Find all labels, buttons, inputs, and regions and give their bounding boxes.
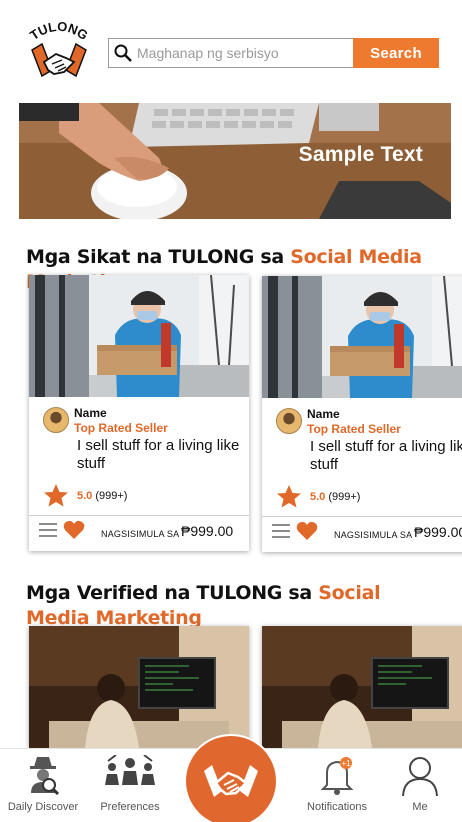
promo-banner[interactable]: Sample Text <box>19 103 451 219</box>
seller-avatar[interactable] <box>276 408 302 434</box>
detective-icon <box>25 755 61 800</box>
seller-name[interactable]: Name <box>307 407 340 421</box>
service-description: I sell stuff for a living like stuff <box>310 438 462 473</box>
card-carousel-clip: Name Top Rated Seller I sell stuff for a… <box>0 270 462 560</box>
price-label: NAGSISIMULA SA <box>334 530 413 540</box>
nav-me[interactable]: Me <box>377 749 462 822</box>
price: ₱999.00 <box>414 524 462 540</box>
center-handshake-button[interactable] <box>186 736 276 822</box>
service-photo <box>262 626 462 748</box>
nav-preferences[interactable]: Preferences <box>87 749 173 822</box>
rating: 5.0 (999+) <box>310 491 360 503</box>
service-card[interactable]: Name Top Rated Seller I sell stuff for a… <box>262 276 462 552</box>
svg-text:TULONG: TULONG <box>27 19 91 43</box>
search-input[interactable]: Maghanap ng serbisyo <box>108 38 354 68</box>
svg-text:+1: +1 <box>341 759 351 768</box>
heart-icon[interactable] <box>296 521 318 541</box>
nav-label: Notifications <box>307 801 367 813</box>
search-icon <box>109 39 137 67</box>
search-button[interactable]: Search <box>353 38 439 68</box>
section-title-prefix: Mga Verified na TULONG sa <box>26 582 319 604</box>
preferences-people-icon <box>102 754 158 800</box>
star-icon <box>276 484 302 508</box>
review-count: (999+) <box>328 491 361 503</box>
verified-carousel-clip <box>0 620 462 748</box>
service-photo <box>29 626 249 748</box>
handshake-icon <box>202 759 260 804</box>
tulong-logo: TULONG <box>22 18 96 88</box>
nav-label: Me <box>412 801 428 813</box>
nav-daily-discover[interactable]: Daily Discover <box>0 749 86 822</box>
bell-icon: +1 <box>317 755 357 800</box>
nav-label: Preferences <box>100 801 160 813</box>
section-title-prefix: Mga Sikat na TULONG sa <box>26 246 291 268</box>
rating-value: 5.0 <box>310 491 326 503</box>
service-card[interactable] <box>29 626 249 748</box>
search-placeholder: Maghanap ng serbisyo <box>137 45 279 61</box>
card-divider <box>262 516 462 517</box>
nav-label: Daily Discover <box>7 801 79 813</box>
user-icon <box>400 755 440 802</box>
nav-notifications[interactable]: +1 Notifications <box>294 749 380 822</box>
service-photo <box>262 276 462 398</box>
menu-icon[interactable] <box>272 523 290 539</box>
seller-badge: Top Rated Seller <box>307 422 401 436</box>
service-card[interactable] <box>262 626 462 748</box>
banner-text: Sample Text <box>298 143 423 166</box>
